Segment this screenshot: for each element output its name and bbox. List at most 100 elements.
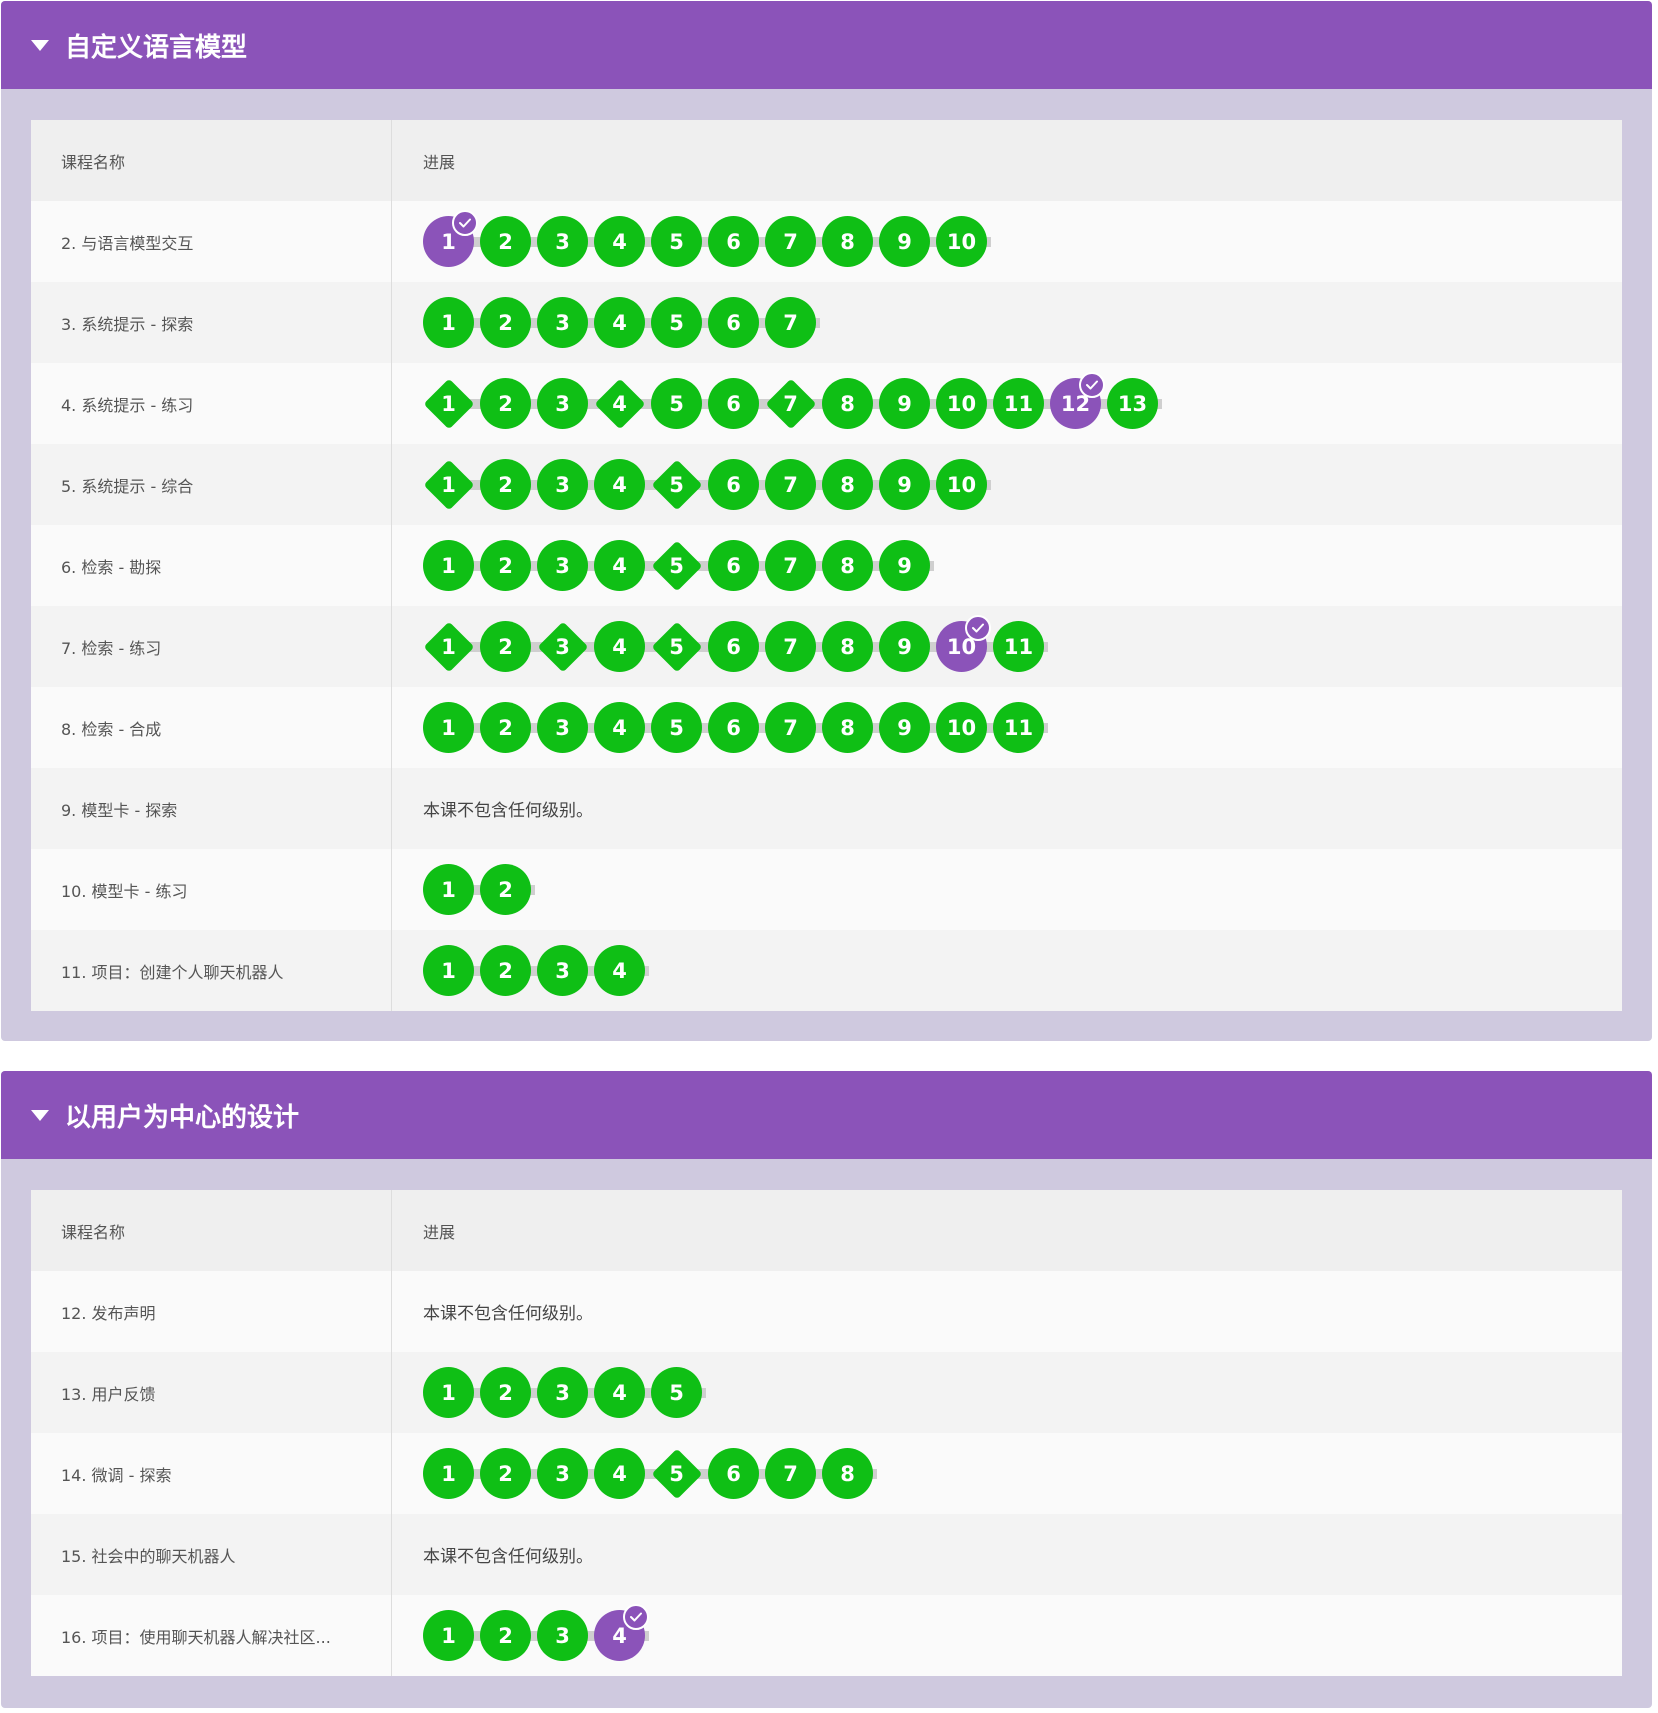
level-bubble[interactable]: 3 bbox=[537, 945, 588, 996]
level-bubble[interactable]: 10 bbox=[936, 216, 987, 267]
level-bubble[interactable]: 7 bbox=[765, 540, 816, 591]
level-bubble[interactable]: 2 bbox=[480, 1610, 531, 1661]
level-bubble[interactable]: 4 bbox=[594, 945, 645, 996]
lesson-name[interactable]: 15. 社会中的聊天机器人 bbox=[31, 1514, 392, 1595]
level-bubble[interactable]: 1 bbox=[423, 1367, 474, 1418]
level-bubble[interactable]: 5 bbox=[651, 1367, 702, 1418]
level-bubble[interactable]: 10 bbox=[936, 702, 987, 753]
level-bubble[interactable]: 10 bbox=[936, 615, 991, 672]
level-bubble[interactable]: 3 bbox=[537, 1367, 588, 1418]
lesson-name[interactable]: 13. 用户反馈 bbox=[31, 1352, 392, 1433]
level-bubble[interactable]: 9 bbox=[879, 702, 930, 753]
level-bubble[interactable]: 2 bbox=[480, 216, 531, 267]
level-bubble[interactable]: 4 bbox=[594, 621, 645, 672]
level-bubble[interactable]: 9 bbox=[879, 216, 930, 267]
level-bubble[interactable]: 1 bbox=[423, 540, 474, 591]
level-bubble[interactable]: 4 bbox=[594, 459, 645, 510]
level-bubble[interactable]: 4 bbox=[594, 1367, 645, 1418]
level-bubble[interactable]: 6 bbox=[708, 1448, 759, 1499]
level-bubble[interactable]: 2 bbox=[480, 702, 531, 753]
level-bubble[interactable]: 10 bbox=[936, 378, 987, 429]
level-bubble[interactable]: 2 bbox=[480, 1367, 531, 1418]
level-bubble[interactable]: 7 bbox=[765, 216, 816, 267]
level-bubble[interactable]: 8 bbox=[822, 459, 873, 510]
level-bubble[interactable]: 2 bbox=[480, 540, 531, 591]
level-diamond[interactable]: 5 bbox=[651, 459, 702, 510]
level-bubble[interactable]: 2 bbox=[480, 459, 531, 510]
level-bubble[interactable]: 1 bbox=[423, 864, 474, 915]
level-diamond[interactable]: 5 bbox=[651, 1448, 702, 1499]
lesson-name[interactable]: 10. 模型卡 - 练习 bbox=[31, 849, 392, 930]
level-bubble[interactable]: 6 bbox=[708, 216, 759, 267]
level-bubble[interactable]: 1 bbox=[423, 1610, 474, 1661]
level-bubble[interactable]: 8 bbox=[822, 540, 873, 591]
level-diamond[interactable]: 5 bbox=[651, 540, 702, 591]
lesson-name[interactable]: 5. 系统提示 - 综合 bbox=[31, 444, 392, 525]
level-bubble[interactable]: 2 bbox=[480, 297, 531, 348]
level-diamond[interactable]: 1 bbox=[423, 459, 474, 510]
level-bubble[interactable]: 8 bbox=[822, 702, 873, 753]
level-diamond[interactable]: 1 bbox=[423, 621, 474, 672]
level-bubble[interactable]: 3 bbox=[537, 378, 588, 429]
level-bubble[interactable]: 1 bbox=[423, 297, 474, 348]
lesson-name[interactable]: 6. 检索 - 勘探 bbox=[31, 525, 392, 606]
level-bubble[interactable]: 5 bbox=[651, 702, 702, 753]
level-bubble[interactable]: 5 bbox=[651, 216, 702, 267]
lesson-name[interactable]: 11. 项目：创建个人聊天机器人 bbox=[31, 930, 392, 1011]
level-bubble[interactable]: 11 bbox=[993, 621, 1044, 672]
level-bubble[interactable]: 3 bbox=[537, 540, 588, 591]
level-diamond[interactable]: 4 bbox=[594, 378, 645, 429]
caret-down-icon[interactable] bbox=[31, 39, 49, 51]
level-bubble[interactable]: 10 bbox=[936, 459, 987, 510]
lesson-name[interactable]: 16. 项目：使用聊天机器人解决社区... bbox=[31, 1595, 392, 1676]
level-bubble[interactable]: 6 bbox=[708, 702, 759, 753]
level-bubble[interactable]: 11 bbox=[993, 702, 1044, 753]
level-bubble[interactable]: 9 bbox=[879, 540, 930, 591]
level-bubble[interactable]: 8 bbox=[822, 1448, 873, 1499]
level-bubble[interactable]: 6 bbox=[708, 621, 759, 672]
level-diamond[interactable]: 3 bbox=[537, 621, 588, 672]
level-bubble[interactable]: 1 bbox=[423, 702, 474, 753]
level-bubble[interactable]: 4 bbox=[594, 1604, 649, 1661]
level-bubble[interactable]: 2 bbox=[480, 945, 531, 996]
level-bubble[interactable]: 3 bbox=[537, 297, 588, 348]
level-bubble[interactable]: 2 bbox=[480, 621, 531, 672]
level-bubble[interactable]: 4 bbox=[594, 1448, 645, 1499]
level-bubble[interactable]: 8 bbox=[822, 378, 873, 429]
level-bubble[interactable]: 8 bbox=[822, 621, 873, 672]
level-bubble[interactable]: 7 bbox=[765, 459, 816, 510]
level-bubble[interactable]: 9 bbox=[879, 459, 930, 510]
unit-header[interactable]: 以用户为中心的设计 bbox=[1, 1071, 1652, 1159]
level-bubble[interactable]: 4 bbox=[594, 297, 645, 348]
level-bubble[interactable]: 8 bbox=[822, 216, 873, 267]
level-bubble[interactable]: 4 bbox=[594, 702, 645, 753]
level-bubble[interactable]: 6 bbox=[708, 378, 759, 429]
level-bubble[interactable]: 9 bbox=[879, 621, 930, 672]
level-bubble[interactable]: 4 bbox=[594, 216, 645, 267]
level-bubble[interactable]: 3 bbox=[537, 216, 588, 267]
lesson-name[interactable]: 14. 微调 - 探索 bbox=[31, 1433, 392, 1514]
level-bubble[interactable]: 7 bbox=[765, 702, 816, 753]
level-bubble[interactable]: 3 bbox=[537, 1448, 588, 1499]
level-bubble[interactable]: 13 bbox=[1107, 378, 1158, 429]
level-bubble[interactable]: 6 bbox=[708, 540, 759, 591]
level-bubble[interactable]: 3 bbox=[537, 702, 588, 753]
level-bubble[interactable]: 1 bbox=[423, 1448, 474, 1499]
level-bubble[interactable]: 7 bbox=[765, 297, 816, 348]
lesson-name[interactable]: 12. 发布声明 bbox=[31, 1271, 392, 1352]
level-bubble[interactable]: 11 bbox=[993, 378, 1044, 429]
level-diamond[interactable]: 5 bbox=[651, 621, 702, 672]
level-bubble[interactable]: 1 bbox=[423, 210, 478, 267]
level-bubble[interactable]: 6 bbox=[708, 459, 759, 510]
level-bubble[interactable]: 6 bbox=[708, 297, 759, 348]
level-bubble[interactable]: 9 bbox=[879, 378, 930, 429]
lesson-name[interactable]: 9. 模型卡 - 探索 bbox=[31, 768, 392, 849]
level-bubble[interactable]: 3 bbox=[537, 1610, 588, 1661]
level-bubble[interactable]: 1 bbox=[423, 945, 474, 996]
level-bubble[interactable]: 7 bbox=[765, 621, 816, 672]
caret-down-icon[interactable] bbox=[31, 1109, 49, 1121]
lesson-name[interactable]: 7. 检索 - 练习 bbox=[31, 606, 392, 687]
lesson-name[interactable]: 4. 系统提示 - 练习 bbox=[31, 363, 392, 444]
level-bubble[interactable]: 5 bbox=[651, 378, 702, 429]
level-diamond[interactable]: 1 bbox=[423, 378, 474, 429]
